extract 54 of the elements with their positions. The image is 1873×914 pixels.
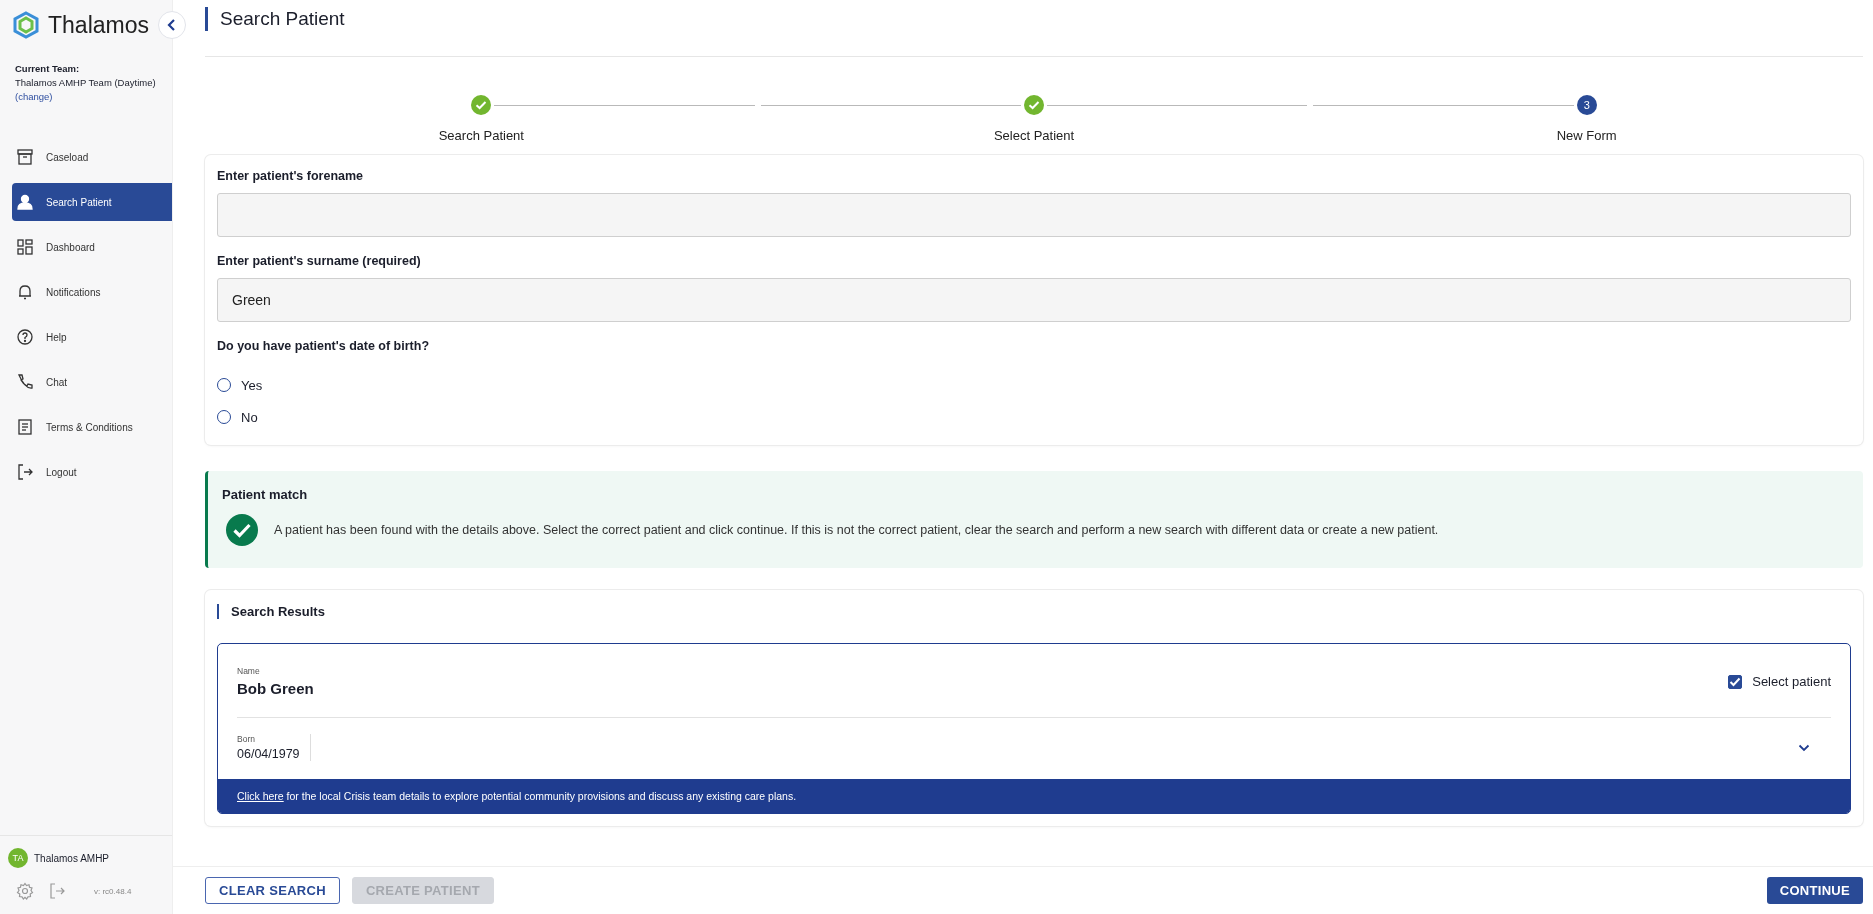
team-name: Thalamos AMHP Team (Daytime) [15,76,157,90]
nav-item[interactable]: Search Patient [12,183,172,221]
radio-label: No [241,409,258,425]
nav-item[interactable]: Terms & Conditions [12,408,172,446]
field-label: Enter patient's surname (required) [217,254,422,268]
user-avatar: TA [8,848,28,868]
click-here-link[interactable]: Click here [237,790,284,802]
grid-icon [16,238,34,256]
settings-icon[interactable] [16,882,34,900]
chevron-icon[interactable] [1798,743,1810,752]
brand-name: Thalamos [48,11,149,39]
nav-item[interactable]: Chat [12,363,172,401]
section-title: Search Results [217,604,1851,619]
chevron-left-icon [167,18,177,32]
logout-icon [16,463,34,481]
collapse-button[interactable] [158,11,186,39]
nav-item[interactable]: Dashboard [12,228,172,266]
user-name: Thalamos AMHP [34,852,110,864]
step-number: 3 [1576,95,1597,115]
page-title: Search Patient [205,7,345,31]
select-label: Select patient [1752,674,1831,689]
name-label: Name [237,666,261,676]
select-checkbox[interactable] [1728,674,1743,689]
alert-message: A patient has been found with the details above. Select the correct patient and click continue. If this is not the correct patient, clear the search and perform a new search with different data or create a new patient. [274,523,1439,537]
forename-field[interactable] [217,193,1851,237]
surname-field[interactable]: Green [217,278,1851,322]
banner-text: for the local Crisis team details to explore potential community provisions and discuss any existing care plans. [286,790,797,802]
logo-icon [12,11,40,39]
continue-button[interactable]: CONTINUE [1766,877,1863,904]
document-icon [16,418,34,436]
step-label: New Form [1556,128,1617,143]
footer-button[interactable]: CLEAR SEARCH [205,877,340,904]
bell-icon [16,283,34,301]
step-label: Select Patient [993,128,1075,143]
version-label: v: rc0.48.4 [94,886,132,896]
patient-name: Bob Green [237,680,314,697]
team-label: Current Team: [15,62,81,76]
step-label: Search Patient [438,128,524,143]
field-label: Enter patient's forename [217,169,365,183]
alert-title: Patient match [222,487,309,502]
phone-icon [16,373,34,391]
nav-item[interactable]: Logout [12,453,172,491]
help-icon [16,328,34,346]
radio-label: Yes [241,377,263,393]
question-label: Do you have patient's date of birth? [217,339,431,353]
check-circle-icon [226,514,258,546]
nav-item[interactable]: Caseload [12,138,172,176]
born-label: Born [237,734,256,744]
birth-date: 06/04/1979 [237,747,300,761]
nav-item[interactable]: Notifications [12,273,172,311]
change-team-link[interactable]: (change) [15,91,53,102]
nav-item[interactable]: Help [12,318,172,356]
person-icon [16,193,34,211]
archive-icon [16,148,34,166]
